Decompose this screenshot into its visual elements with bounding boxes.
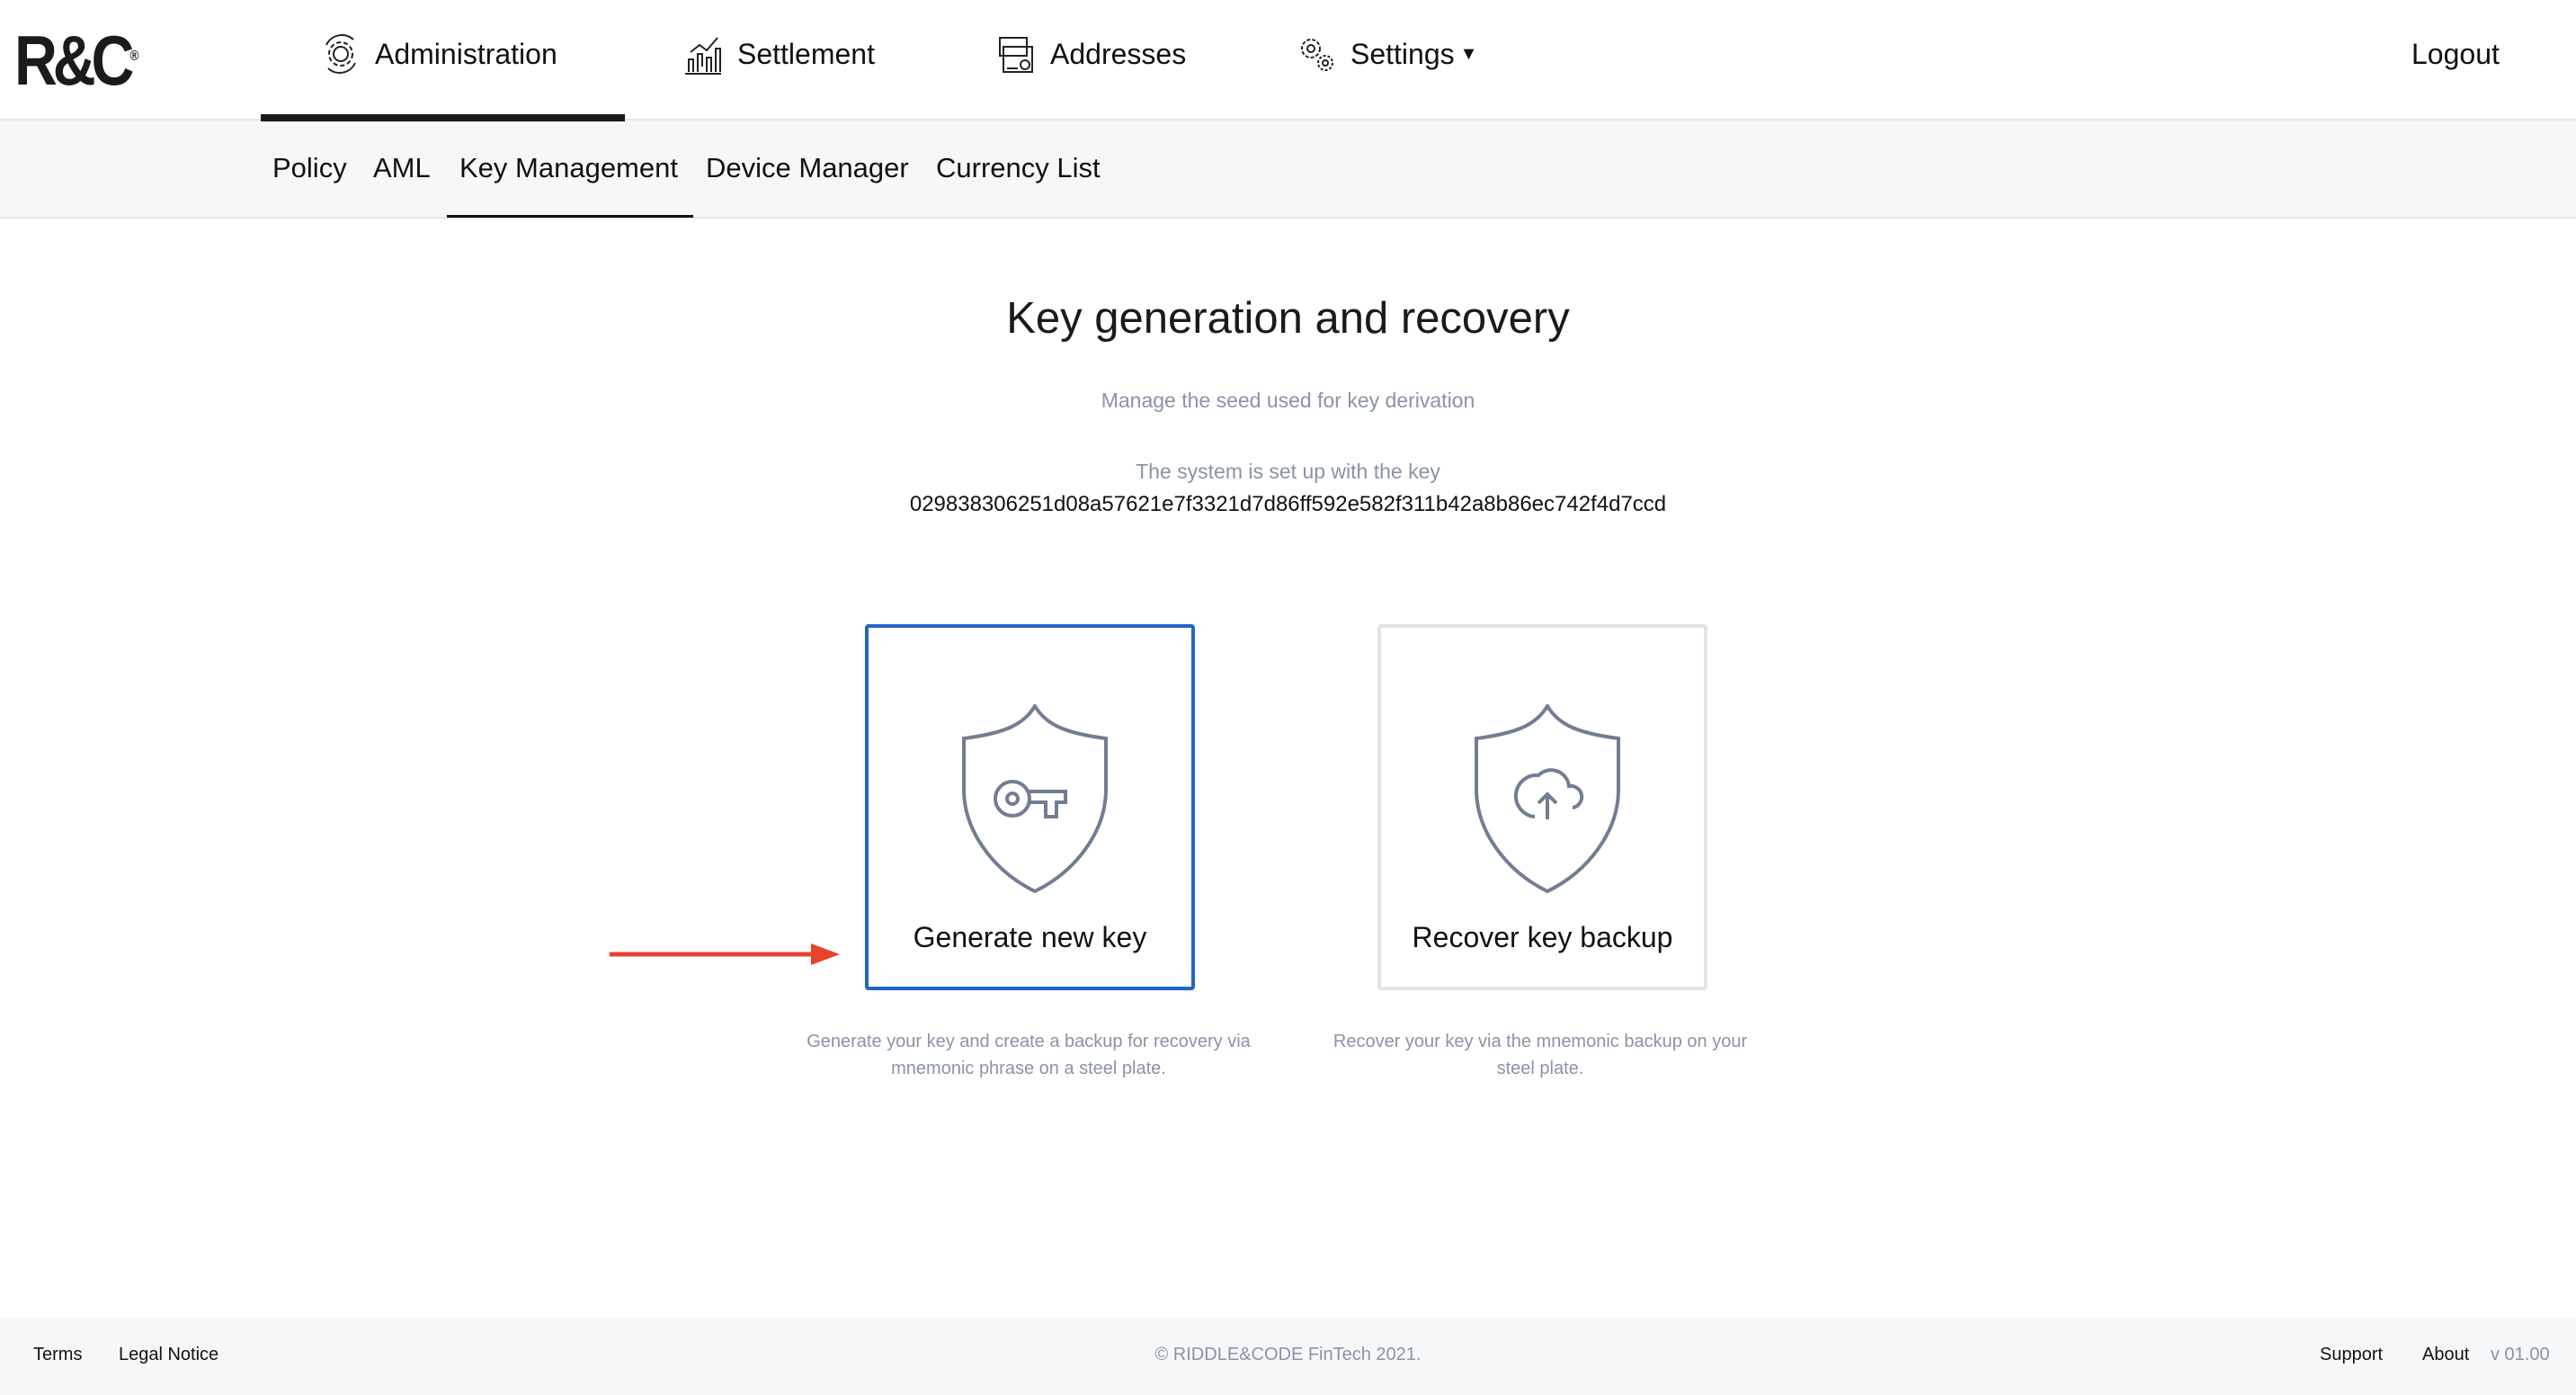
nav-settings-dropdown[interactable]: Settings ▼ [1295,27,1477,81]
recover-key-backup-card[interactable]: Recover key backup [1377,624,1707,990]
logo-text: R&C [14,21,134,100]
active-tab-indicator [261,114,625,121]
subnav-device-manager[interactable]: Device Manager [706,152,909,184]
card-title: Recover key backup [1412,921,1673,953]
nav-settlement[interactable]: Settlement [682,27,875,81]
version-label: v 01.00 [2491,1345,2550,1364]
recover-key-description: Recover your key via the mnemonic backup… [1333,1032,1748,1078]
nav-label: Settlement [737,37,875,70]
subnav-aml[interactable]: AML [373,152,431,184]
chart-bars-icon [685,37,721,75]
about-link[interactable]: About [2422,1345,2469,1365]
nav-label: Settings [1350,37,1455,70]
footer: Terms Legal Notice © RIDDLE&CODE FinTech… [0,1318,2576,1395]
nav-administration[interactable]: Administration [319,27,557,81]
page-subtitle: Manage the seed used for key derivation [1101,389,1475,412]
gears-icon [1301,39,1333,71]
page-title: Key generation and recovery [1006,294,1570,343]
generate-key-description: Generate your key and create a backup fo… [807,1032,1251,1078]
brand-logo[interactable]: R&C® [14,20,138,102]
logout-label: Logout [2411,37,2500,70]
current-key-value: 029838306251d08a57621e7f3321d7d86ff592e5… [909,492,1667,516]
subnav-currency-list[interactable]: Currency List [936,152,1101,184]
subnav-policy[interactable]: Policy [272,152,347,184]
generate-new-key-card[interactable]: Generate new key [865,624,1195,990]
address-cards-icon [999,37,1033,73]
shield-key-icon [962,704,1108,893]
support-link[interactable]: Support [2320,1345,2383,1365]
copyright: © RIDDLE&CODE FinTech 2021. [1154,1345,1422,1364]
sub-navigation: Policy AML Key Management Device Manager… [0,121,2576,219]
shield-cloud-upload-icon [1475,704,1620,893]
caret-down-icon: ▼ [1459,43,1478,64]
key-status-label: The system is set up with the key [1136,460,1440,483]
gear-cycle-icon [325,34,356,74]
active-subtab-indicator [447,215,693,218]
nav-label: Addresses [1050,37,1187,70]
card-title: Generate new key [913,921,1147,953]
nav-label: Administration [375,37,557,70]
red-arrow-annotation [610,943,840,965]
nav-addresses[interactable]: Addresses [994,27,1186,81]
logout-button[interactable]: Logout [2411,27,2500,81]
top-navigation: R&C® Administration Settlement Addresses… [0,0,2576,121]
subnav-key-management[interactable]: Key Management [459,152,678,184]
